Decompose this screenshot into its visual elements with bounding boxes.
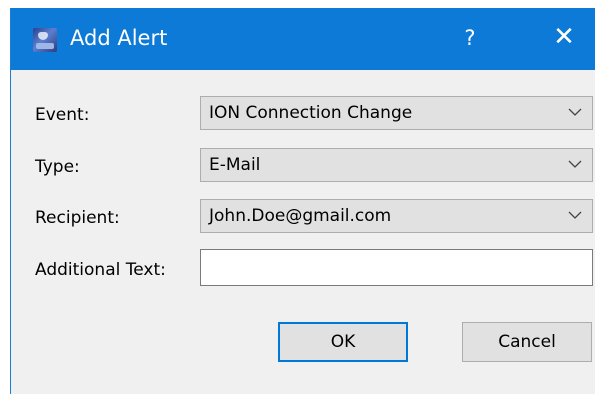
- help-button[interactable]: ?: [455, 23, 485, 53]
- type-label: Type:: [35, 157, 80, 177]
- chevron-down-icon: [568, 211, 582, 219]
- chevron-down-icon: [568, 160, 582, 168]
- additional-text-field[interactable]: [200, 249, 593, 286]
- close-button[interactable]: ✕: [547, 20, 581, 54]
- title-bar[interactable]: Add Alert ? ✕: [11, 8, 595, 70]
- add-alert-dialog: Add Alert ? ✕ Event: ION Connection Chan…: [10, 8, 595, 394]
- recipient-dropdown[interactable]: John.Doe@gmail.com: [200, 199, 593, 233]
- event-dropdown[interactable]: ION Connection Change: [200, 96, 593, 130]
- recipient-dropdown-value: John.Doe@gmail.com: [209, 206, 392, 226]
- event-label: Event:: [35, 105, 90, 125]
- chevron-down-icon: [568, 108, 582, 116]
- ok-button[interactable]: OK: [278, 322, 408, 362]
- cancel-button[interactable]: Cancel: [462, 322, 592, 362]
- type-dropdown[interactable]: E-Mail: [200, 148, 593, 182]
- event-dropdown-value: ION Connection Change: [209, 103, 413, 123]
- app-satellite-icon: [33, 28, 57, 52]
- window-title: Add Alert: [70, 26, 168, 50]
- type-dropdown-value: E-Mail: [209, 155, 261, 175]
- recipient-label: Recipient:: [35, 208, 120, 228]
- additional-text-label: Additional Text:: [35, 260, 166, 280]
